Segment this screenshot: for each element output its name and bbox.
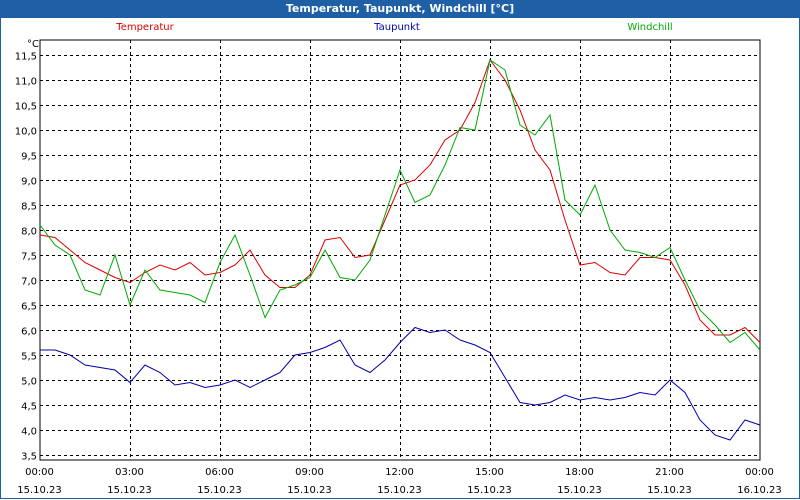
y-tick-label: 6,0 — [21, 327, 37, 338]
y-tick-label: 4,5 — [21, 402, 37, 413]
axis-layer: 3,5 4,0 4,5 5,0 5,5 6,0 6,5 7,0 7,5 8,0 8,5 9,0 9,5 1… — [15, 39, 782, 496]
x-tick-date: 15.10.23 — [197, 485, 242, 496]
y-tick-label: 8,0 — [21, 227, 37, 238]
x-tick-time: 00:00 — [25, 467, 54, 478]
y-axis-label: °C — [27, 39, 39, 50]
y-tick-label: 5,0 — [21, 377, 37, 388]
x-tick-time: 06:00 — [205, 467, 234, 478]
x-tick-date: 15.10.23 — [17, 485, 62, 496]
x-tick-time: 09:00 — [295, 467, 324, 478]
x-tick-date: 15.10.23 — [467, 485, 512, 496]
x-tick-date: 15.10.23 — [647, 485, 692, 496]
x-tick-date: 15.10.23 — [107, 485, 152, 496]
y-tick-label: 11,0 — [15, 77, 37, 88]
y-tick-label: 8,5 — [21, 202, 37, 213]
chart-title: Temperatur, Taupunkt, Windchill [°C] — [0, 0, 800, 18]
x-tick-date: 15.10.23 — [557, 485, 602, 496]
x-tick-date: 16.10.23 — [737, 485, 782, 496]
y-tick-label: 10,5 — [15, 102, 37, 113]
y-tick-label: 9,5 — [21, 152, 37, 163]
x-tick-time: 12:00 — [385, 467, 414, 478]
x-tick-time: 21:00 — [655, 467, 684, 478]
legend-item-taupunkt: Taupunkt — [373, 22, 420, 33]
y-tick-label: 10,0 — [15, 127, 37, 138]
y-tick-label: 3,5 — [21, 452, 37, 463]
legend-item-windchill: Windchill — [627, 22, 672, 33]
line-chart: 3,5 4,0 4,5 5,0 5,5 6,0 6,5 7,0 7,5 8,0 8,5 9,0 9,5 1… — [15, 22, 782, 496]
y-tick-label: 5,5 — [21, 352, 37, 363]
y-tick-label: 11,5 — [15, 52, 37, 63]
y-tick-label: 7,0 — [21, 277, 37, 288]
y-tick-label: 7,5 — [21, 252, 37, 263]
y-tick-label: 4,0 — [21, 427, 37, 438]
y-tick-label: 6,5 — [21, 302, 37, 313]
x-tick-date: 15.10.23 — [377, 485, 422, 496]
y-tick-label: 9,0 — [21, 177, 37, 188]
x-tick-time: 18:00 — [565, 467, 594, 478]
x-tick-time: 03:00 — [115, 467, 144, 478]
x-tick-date: 15.10.23 — [287, 485, 332, 496]
x-tick-time: 15:00 — [475, 467, 504, 478]
x-tick-time: 00:00 — [745, 467, 774, 478]
legend-layer: Temperatur Taupunkt Windchill — [115, 22, 672, 33]
legend-item-temperatur: Temperatur — [115, 22, 174, 33]
grid-layer — [40, 40, 760, 460]
